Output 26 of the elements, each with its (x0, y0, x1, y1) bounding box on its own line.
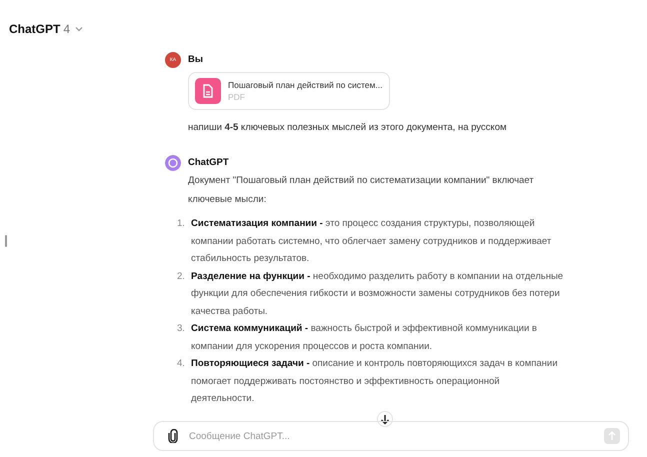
list-number: 1. (177, 217, 186, 231)
arrow-down-icon (380, 414, 390, 424)
arrow-up-icon (608, 431, 616, 441)
list-item-text: Повторяющиеся задачи - описание и контроль повторяющихся задач в компании помогает поддерживать постоянство и эффективность операционной деятельности. (191, 357, 559, 406)
file-attachment[interactable]: Пошаговый план действий по систем... PDF (188, 72, 390, 110)
scroll-down-button[interactable] (377, 411, 393, 427)
message-field[interactable]: Сообщение ChatGPT... (153, 421, 629, 451)
chevron-down-icon (75, 26, 84, 32)
assistant-message: Документ "Пошаговый план действий по систематизации компании" включает ключевые мысли: (188, 174, 535, 207)
list-item-text: Систематизация компании - это процесс создания структуры, позволяющей компании работать системно, что облегчает замену сотрудников и поддерживает стабильность результатов. (191, 217, 552, 266)
list-number: 2. (177, 270, 186, 284)
list-item-text: Система коммуникаций - важность быстрой и эффективной коммуникации в компании для ускорения процессов и роста компании. (191, 322, 538, 354)
document-icon (195, 78, 221, 104)
list-number: 3. (177, 322, 186, 336)
list-item-text: Разделение на функции - необходимо разделить работу в компании на отдельные функции для обеспечения гибкости и возможности замены сотрудников без потери качества работы. (191, 270, 564, 318)
list-number: 4. (177, 357, 186, 371)
user-message: напиши 4-5 ключевых полезных мыслей из этого документа, на русском (188, 121, 508, 135)
message-input[interactable]: Сообщение ChatGPT... (187, 430, 595, 442)
paperclip-icon[interactable] (168, 429, 178, 443)
sidebar-handle[interactable] (5, 235, 7, 247)
file-type: PDF (228, 92, 246, 102)
assistant-avatar (165, 155, 181, 171)
file-name: Пошаговый план действий по систем... (228, 80, 382, 90)
author-name: Вы (188, 53, 204, 67)
author-name: ChatGPT (188, 156, 230, 170)
model-selector[interactable]: ChatGPT 4 (9, 22, 84, 36)
